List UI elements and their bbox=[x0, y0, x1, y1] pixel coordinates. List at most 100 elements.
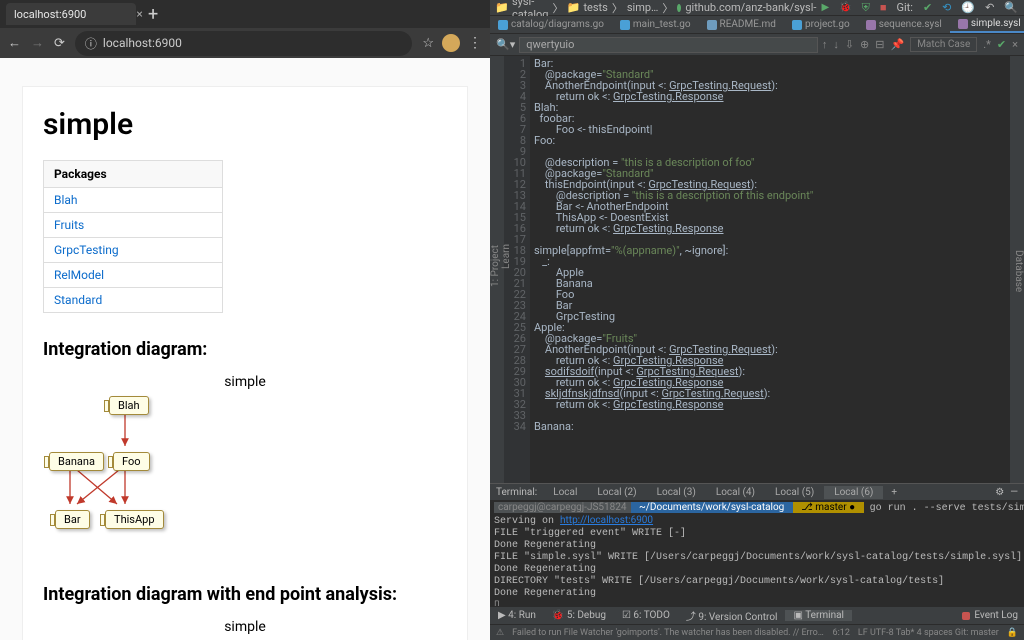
breadcrumb-file[interactable]: simp… bbox=[627, 1, 659, 14]
confirm-icon[interactable]: ✔ bbox=[997, 38, 1006, 51]
section-heading: Integration diagram with end point analy… bbox=[43, 584, 447, 605]
tool-debug[interactable]: 🐞 5: Debug bbox=[544, 610, 614, 621]
editor-tab-active[interactable]: simple.sysl bbox=[950, 16, 1024, 33]
diagram-arrows bbox=[43, 396, 447, 566]
gear-icon[interactable]: ⚙ bbox=[995, 487, 1004, 498]
tool-todo[interactable]: ☑ 6: TODO bbox=[614, 610, 678, 621]
terminal-panel: Terminal: Local Local (2) Local (3) Loca… bbox=[490, 483, 1024, 606]
history-icon[interactable]: 🕘 bbox=[961, 1, 975, 14]
node-banana: Banana bbox=[49, 452, 104, 471]
reload-icon[interactable]: ⟳ bbox=[54, 36, 65, 51]
tab-title: localhost:6900 bbox=[14, 8, 86, 21]
package-link[interactable]: Blah bbox=[54, 193, 78, 207]
event-log-button[interactable]: Event Log bbox=[956, 610, 1024, 621]
terminal-tabs: Terminal: Local Local (2) Local (3) Loca… bbox=[490, 484, 1024, 500]
forward-icon: → bbox=[31, 35, 44, 51]
next-match-icon[interactable]: ↓ bbox=[833, 38, 839, 51]
browser-window: localhost:6900 × + ← → ⟳ ⓘ localhost:690… bbox=[0, 0, 490, 640]
menu-icon[interactable]: ⋮ bbox=[468, 35, 482, 51]
search-icon[interactable]: 🔍▾ bbox=[496, 38, 515, 51]
git-label: Git: bbox=[897, 1, 913, 14]
add-selection-icon[interactable]: ⊕ bbox=[860, 38, 869, 51]
test-icon bbox=[677, 4, 681, 12]
close-icon[interactable]: × bbox=[136, 7, 142, 21]
terminal-output[interactable]: carpeggj@carpeggj-JS51824 ~/Documents/wo… bbox=[490, 500, 1024, 606]
tool-run[interactable]: ▶ 4: Run bbox=[490, 610, 544, 621]
new-terminal-icon[interactable]: + bbox=[883, 487, 905, 498]
editor-tab[interactable]: sequence.sysl bbox=[858, 17, 950, 32]
find-input[interactable] bbox=[519, 37, 818, 53]
editor-tab[interactable]: catalog/diagrams.go bbox=[490, 17, 612, 32]
stop-icon[interactable]: ■ bbox=[880, 1, 887, 14]
folder-icon: 📁 bbox=[496, 2, 508, 14]
ide-toolbar: 📁 sysl-catalog〉 📁 tests〉 simp…〉 TestData… bbox=[490, 0, 1024, 16]
profile-avatar[interactable] bbox=[442, 34, 460, 52]
back-icon[interactable]: ← bbox=[8, 35, 21, 51]
page-viewport: simple Packages Blah Fruits GrpcTesting … bbox=[0, 58, 490, 640]
bottom-tool-tabs: ▶ 4: Run 🐞 5: Debug ☑ 6: TODO ⤴ 9: Versi… bbox=[490, 606, 1024, 624]
editor-tab-strip: catalog/diagrams.go main_test.go README.… bbox=[490, 16, 1024, 34]
search-icon[interactable]: 🔍 bbox=[1004, 1, 1018, 14]
pin-icon[interactable]: 📌 bbox=[890, 38, 904, 51]
ide-window: 📁 sysl-catalog〉 📁 tests〉 simp…〉 TestData… bbox=[490, 0, 1024, 640]
left-tool-strip[interactable]: 1: Project Learn bbox=[490, 56, 504, 483]
update-icon[interactable]: ⟲ bbox=[942, 1, 951, 14]
close-find-icon[interactable]: × bbox=[1012, 38, 1018, 51]
terminal-label: Terminal: bbox=[490, 487, 543, 498]
toggle-icon[interactable]: ⊟ bbox=[875, 38, 884, 51]
page-title: simple bbox=[43, 107, 447, 142]
address-bar[interactable]: ⓘ localhost:6900 bbox=[75, 31, 412, 56]
node-thisapp: ThisApp bbox=[105, 510, 164, 529]
package-link[interactable]: RelModel bbox=[54, 268, 104, 282]
match-case-toggle[interactable]: Match Case bbox=[910, 37, 977, 52]
regex-icon[interactable]: .* bbox=[983, 38, 991, 51]
tool-vcs[interactable]: ⤴ 9: Version Control bbox=[678, 608, 786, 623]
error-indicator-icon bbox=[962, 612, 970, 620]
tool-terminal[interactable]: ▣ Terminal bbox=[785, 610, 852, 621]
info-icon[interactable]: ⓘ bbox=[85, 35, 97, 52]
package-link[interactable]: Fruits bbox=[54, 218, 84, 232]
terminal-tab[interactable]: Local (3) bbox=[647, 486, 706, 499]
debug-icon[interactable]: 🐞 bbox=[839, 2, 851, 13]
terminal-tab-active[interactable]: Local (6) bbox=[824, 486, 883, 499]
revert-icon[interactable]: ↶ bbox=[985, 1, 994, 14]
minimize-icon[interactable]: — bbox=[1010, 487, 1018, 498]
package-link[interactable]: Standard bbox=[54, 293, 102, 307]
editor-tab[interactable]: main_test.go bbox=[612, 17, 699, 32]
terminal-tab[interactable]: Local bbox=[543, 486, 587, 499]
right-tool-strip[interactable]: Database bbox=[1010, 56, 1024, 483]
terminal-tab[interactable]: Local (4) bbox=[706, 486, 765, 499]
section-heading: Integration diagram: bbox=[43, 339, 447, 360]
browser-tab[interactable]: localhost:6900 × bbox=[6, 3, 136, 25]
select-all-icon[interactable]: ⇩ bbox=[845, 38, 854, 51]
packages-table: Packages Blah Fruits GrpcTesting RelMode… bbox=[43, 160, 223, 313]
caret-position[interactable]: 6:12 bbox=[833, 628, 850, 638]
new-tab-button[interactable]: + bbox=[148, 4, 158, 25]
folder-icon: 📁 bbox=[567, 2, 579, 14]
code-editor[interactable]: Bar: @package="Standard" AnotherEndpoint… bbox=[530, 56, 1012, 483]
browser-chrome: localhost:6900 × + ← → ⟳ ⓘ localhost:690… bbox=[0, 0, 490, 58]
package-link[interactable]: GrpcTesting bbox=[54, 243, 119, 257]
node-bar: Bar bbox=[55, 510, 90, 529]
editor-area: 1: Project Learn 12345678910111213141516… bbox=[490, 56, 1024, 483]
prev-match-icon[interactable]: ↑ bbox=[822, 38, 828, 51]
packages-header: Packages bbox=[44, 161, 223, 188]
status-message[interactable]: Failed to run File Watcher 'goimports'. … bbox=[512, 628, 824, 638]
coverage-icon[interactable]: ⛨ bbox=[862, 1, 870, 15]
bookmark-icon[interactable]: ☆ bbox=[422, 36, 434, 51]
run-icon[interactable]: ▶ bbox=[821, 2, 829, 13]
terminal-tab[interactable]: Local (2) bbox=[587, 486, 646, 499]
node-foo: Foo bbox=[113, 452, 150, 471]
status-warning-icon[interactable]: ⚠ bbox=[496, 628, 504, 638]
diagram-title: simple bbox=[43, 619, 447, 635]
breadcrumb-folder[interactable]: tests bbox=[583, 1, 607, 14]
editor-tab[interactable]: README.md bbox=[699, 17, 784, 32]
address-bar-row: ← → ⟳ ⓘ localhost:6900 ☆ ⋮ bbox=[0, 28, 490, 58]
lock-icon[interactable]: 🔒 bbox=[1007, 628, 1018, 638]
encoding-info[interactable]: LF UTF-8 Tab* 4 spaces Git: master bbox=[858, 628, 999, 638]
page-content: simple Packages Blah Fruits GrpcTesting … bbox=[22, 86, 468, 640]
browser-tab-bar: localhost:6900 × + bbox=[0, 0, 490, 28]
terminal-tab[interactable]: Local (5) bbox=[765, 486, 824, 499]
editor-tab[interactable]: project.go bbox=[784, 17, 858, 32]
commit-icon[interactable]: ✔ bbox=[923, 1, 932, 14]
